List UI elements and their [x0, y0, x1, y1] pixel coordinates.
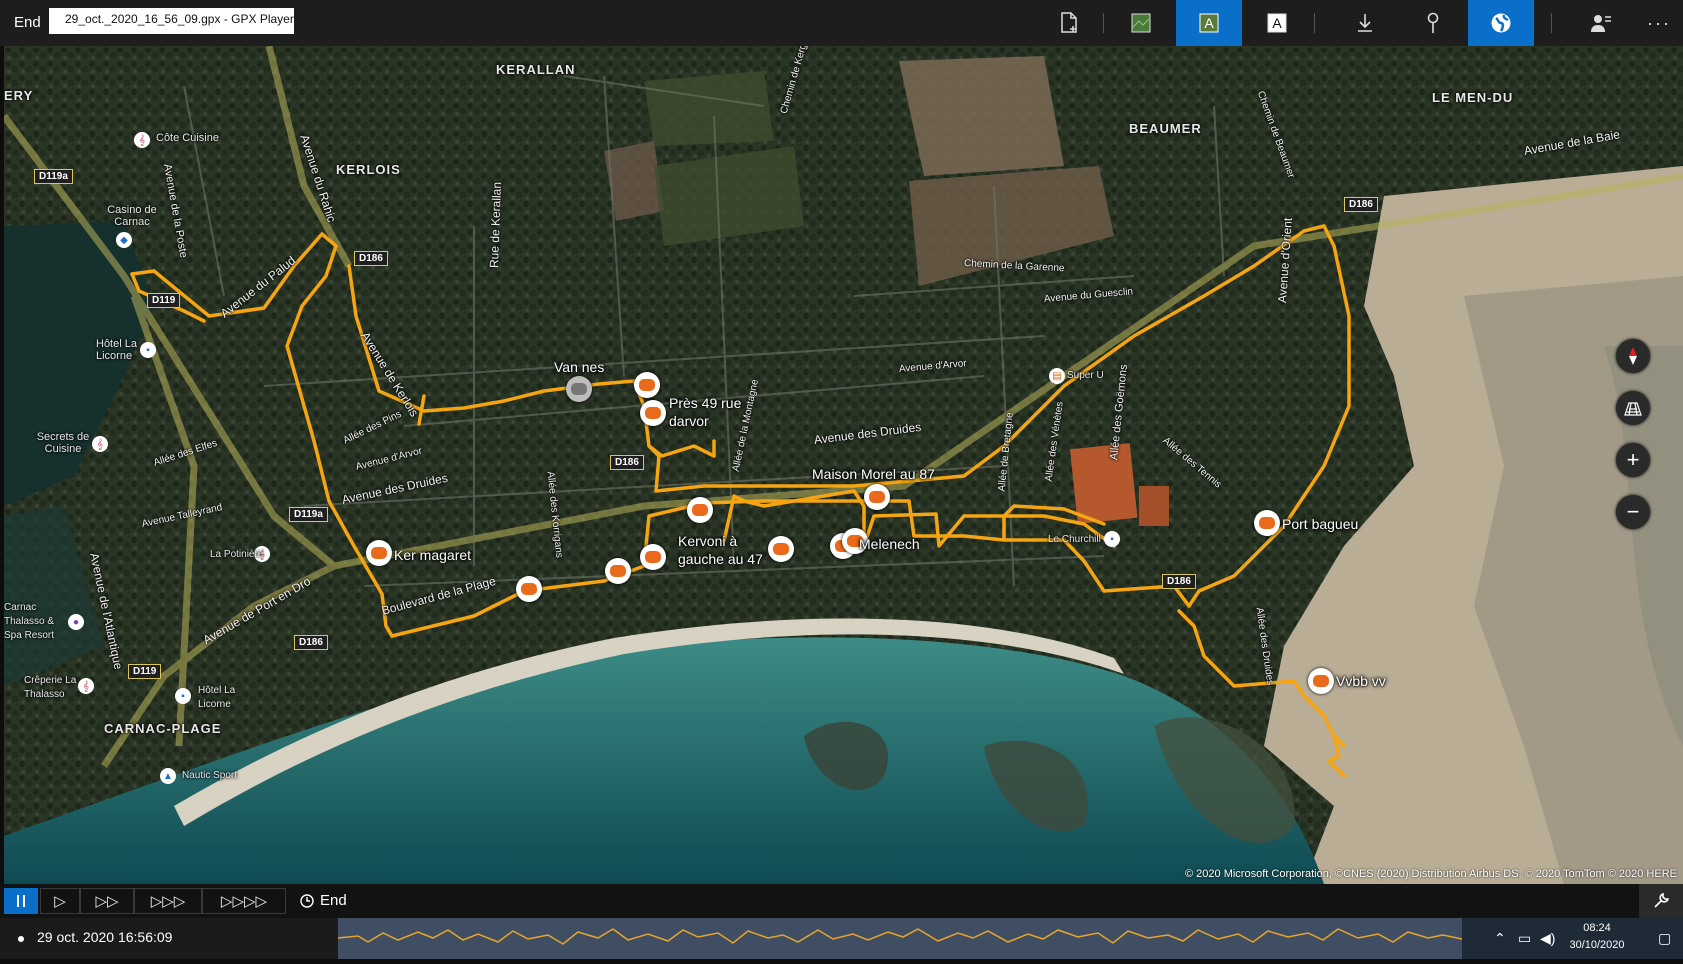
waypoint-label-kervoni: Kervoni à gauche au 47 — [678, 533, 763, 567]
globe-icon[interactable] — [1468, 0, 1534, 46]
waypoint-marker[interactable] — [366, 540, 392, 566]
compass-icon[interactable] — [1616, 339, 1650, 373]
shop-icon[interactable]: ▤ — [1049, 368, 1065, 384]
labels-off-icon[interactable]: A — [1244, 0, 1310, 46]
waypoint-marker[interactable] — [1254, 510, 1280, 536]
place-le-men-du: LE MEN-DU — [1432, 90, 1514, 105]
place-ery: ERY — [4, 88, 34, 103]
waypoint-label-ker-magaret: Ker magaret — [394, 547, 472, 563]
shield-d119a: D119a — [34, 169, 73, 184]
restaurant-icon[interactable]: 𝄞 — [134, 132, 150, 148]
waypoint-marker[interactable] — [768, 536, 794, 562]
hotel-icon[interactable]: ▪ — [140, 342, 156, 358]
waypoint-marker[interactable] — [640, 400, 666, 426]
wrench-icon[interactable] — [1639, 884, 1683, 918]
file-tab[interactable]: 29_oct._2020_16_56_09.gpx - GPX Player — [49, 8, 294, 34]
speed-1-button[interactable]: ▷ — [40, 888, 80, 914]
labels-on-icon[interactable]: A — [1176, 0, 1242, 46]
shield-d119: D119 — [128, 664, 162, 679]
poi-secrets-de-cuisine: Secrets de Cuisine — [36, 431, 90, 455]
sailing-icon[interactable]: ▲ — [160, 768, 176, 784]
shield-d186: D186 — [294, 635, 328, 650]
map-view[interactable]: KERALLAN KERLOIS BEAUMER LE MEN-DU ERY C… — [4, 46, 1683, 884]
current-time: 29 oct. 2020 16:56:09 — [37, 929, 173, 945]
waypoint-label-pres-49: Près 49 rue darvor — [669, 395, 742, 429]
poi-la-potiniere: La Potinière — [210, 549, 264, 560]
download-icon[interactable] — [1332, 0, 1398, 46]
svg-text:A: A — [1204, 15, 1214, 31]
network-icon[interactable]: ▭ — [1518, 930, 1531, 947]
elevation-profile[interactable] — [337, 918, 1463, 959]
shield-d186: D186 — [1344, 197, 1378, 212]
shield-d119a: D119a — [289, 507, 328, 522]
poi-cote-cuisine: Côte Cuisine — [156, 132, 219, 144]
place-kerallan: KERALLAN — [496, 62, 576, 77]
zoom-in-icon[interactable]: + — [1616, 443, 1650, 477]
poi-casino: Casino de Carnac — [107, 204, 157, 228]
waypoint-label-vvbb: Vvbb vv — [1336, 673, 1386, 689]
chevron-up-icon[interactable]: ⌃ — [1494, 930, 1506, 947]
zoom-out-icon[interactable]: − — [1616, 495, 1650, 529]
clock-date: 30/10/2020 — [1569, 939, 1625, 951]
poi-creperie: Crêperie La Thalasso — [24, 675, 77, 700]
place-carnac-plage: CARNAC-PLAGE — [104, 721, 222, 736]
waypoint-marker[interactable] — [605, 558, 631, 584]
waypoint-label-maison-morel: Maison Morel au 87 — [812, 466, 935, 482]
speed-4-button[interactable]: ▷▷▷▷ — [202, 888, 286, 914]
position-dot — [18, 936, 24, 942]
poi-carnac-thalasso: Carnac Thalasso & Spa Resort — [4, 602, 55, 641]
waypoint-label-port-bagueu: Port bagueu — [1282, 516, 1359, 532]
map-copyright: © 2020 Microsoft Corporation, ©CNES (202… — [1185, 868, 1677, 880]
speed-2-button[interactable]: ▷▷ — [80, 888, 134, 914]
poi-super-u: Super U — [1067, 370, 1104, 381]
hotel-icon[interactable]: ▪ — [175, 688, 191, 704]
place-kerlois: KERLOIS — [336, 162, 401, 177]
road-rue-de-kerallan: Rue de Kerallan — [487, 181, 504, 269]
waypoint-marker[interactable] — [634, 372, 660, 398]
waypoint-label-van-nes: Van nes — [554, 359, 605, 375]
speed-3-button[interactable]: ▷▷▷ — [134, 888, 202, 914]
timeline: 29 oct. 2020 16:56:09 — [0, 918, 1683, 959]
more-icon[interactable]: ··· — [1626, 0, 1683, 46]
clock-icon — [300, 893, 314, 908]
clock-time: 08:24 — [1583, 922, 1611, 934]
poi-hotel-la-licorne: Hôtel La Licorne — [96, 338, 137, 362]
pin-icon[interactable] — [1400, 0, 1466, 46]
taskbar-clock[interactable]: 08:24 30/10/2020 — [1567, 920, 1627, 954]
waypoint-marker[interactable] — [640, 544, 666, 570]
person-icon[interactable] — [1568, 0, 1634, 46]
casino-icon[interactable]: ◆ — [116, 232, 132, 248]
poi-le-churchill: Le Churchill — [1048, 534, 1101, 545]
waypoint-marker[interactable] — [516, 576, 542, 602]
shield-d186: D186 — [610, 455, 644, 470]
shield-d119: D119 — [147, 293, 181, 308]
svg-text:A: A — [1272, 15, 1282, 31]
waypoint-marker[interactable] — [1308, 668, 1334, 694]
end-button-label: End — [320, 892, 347, 909]
poi-nautic-sport: Nautic Sport — [182, 770, 238, 781]
spa-icon[interactable]: ● — [68, 614, 84, 630]
waypoint-marker-grey[interactable] — [566, 376, 592, 402]
shield-d186: D186 — [1162, 574, 1196, 589]
pause-button[interactable] — [4, 888, 38, 914]
end-label: End — [14, 14, 41, 31]
notification-icon[interactable]: ▢ — [1658, 930, 1671, 947]
waypoint-marker[interactable] — [864, 484, 890, 510]
layers-icon[interactable] — [1616, 391, 1650, 425]
hotel-icon[interactable]: ▪ — [1104, 531, 1120, 547]
satellite-icon[interactable] — [1108, 0, 1174, 46]
playback-bar: ▷ ▷▷ ▷▷▷ ▷▷▷▷ End — [0, 884, 1683, 918]
new-file-icon[interactable] — [1036, 0, 1102, 46]
poi-hotel-la-licorne-2: Hôtel La Licorne — [198, 685, 236, 710]
restaurant-icon[interactable]: 𝄞 — [78, 678, 94, 694]
shield-d186: D186 — [354, 251, 388, 266]
waypoint-marker[interactable] — [687, 497, 713, 523]
place-beaumer: BEAUMER — [1129, 121, 1202, 136]
title-bar: End 29_oct._2020_16_56_09.gpx - GPX Play… — [0, 0, 1683, 46]
waypoint-label-melenech: Melenech — [859, 536, 920, 552]
volume-icon[interactable]: ◀) — [1540, 930, 1555, 947]
end-button[interactable]: End — [300, 892, 347, 909]
restaurant-icon[interactable]: 𝄞 — [92, 436, 108, 452]
